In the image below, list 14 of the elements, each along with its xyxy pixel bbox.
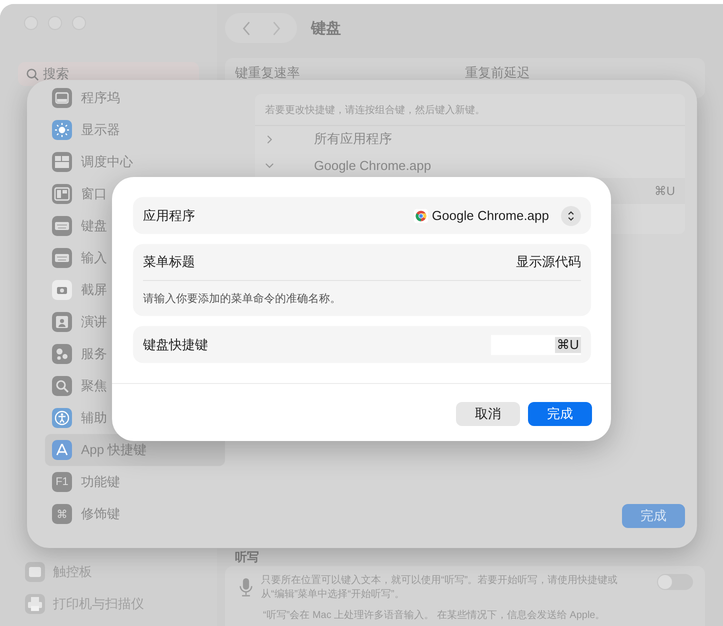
- section-title: 听写: [234, 551, 260, 564]
- key-icon: F1: [52, 472, 72, 492]
- setting-label: 重复前延迟: [465, 64, 531, 82]
- key-icon: ⌘: [52, 504, 72, 524]
- application-value: Google Chrome.app: [432, 208, 549, 223]
- field-label: 菜单标题: [143, 253, 195, 271]
- field-label: 应用程序: [143, 206, 195, 224]
- setting-label: 键重复速率: [235, 64, 301, 82]
- window-title: 键盘: [311, 18, 341, 38]
- help-text: 请输入你要添加的菜单命令的准确名称。: [143, 292, 342, 306]
- hint-text: 若要更改快捷键，请连按组合键，然后键入新键。: [255, 94, 685, 126]
- dictation-note: “听写”会在 Mac 上处理许多语音输入。 在某些情况下，信息会发送给 Apple。: [262, 608, 606, 622]
- dictation-description: 只要所在位置可以键入文本，就可以使用“听写”。若要开始听写，请使用快捷键或从“编辑”菜单中选择“开始听写”。: [261, 574, 619, 602]
- field-label: 键盘快捷键: [143, 336, 208, 354]
